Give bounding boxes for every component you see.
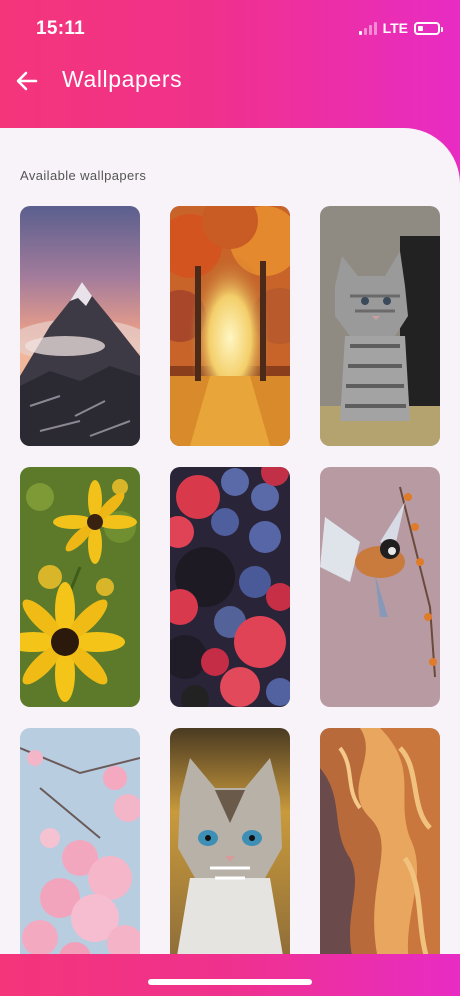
battery-icon [414,21,443,35]
status-time: 15:11 [36,18,86,39]
mountain-image [20,206,140,446]
kitten-gray-image [320,206,440,446]
autumn-forest-image [170,206,290,446]
home-indicator[interactable] [148,979,312,985]
cherry-blossom-image [20,728,140,968]
signal-icon [358,21,377,35]
bottom-bar [0,954,460,996]
wallpaper-canyon[interactable] [320,728,440,968]
wallpaper-mountain[interactable] [20,206,140,446]
berries-image [170,467,290,707]
sunflowers-image [20,467,140,707]
wallpaper-kitten-gray[interactable] [320,206,440,446]
canyon-image [320,728,440,968]
wallpaper-grid [20,206,440,968]
back-button[interactable] [10,64,44,98]
arrow-left-icon [16,71,38,91]
status-indicators: LTE [358,20,443,36]
section-label: Available wallpapers [20,168,147,183]
bird-image [320,467,440,707]
wallpaper-sunflowers[interactable] [20,467,140,707]
wallpaper-bird[interactable] [320,467,440,707]
network-label: LTE [382,20,408,36]
page-title: Wallpapers [62,66,183,92]
kitten-blue-eyes-image [170,728,290,968]
wallpaper-autumn-forest[interactable] [170,206,290,446]
wallpaper-cherry-blossom[interactable] [20,728,140,968]
wallpaper-kitten-blue-eyes[interactable] [170,728,290,968]
status-bar: 15:11 LTE [0,0,460,56]
wallpaper-berries[interactable] [170,467,290,707]
app-bar: Wallpapers [0,56,460,106]
